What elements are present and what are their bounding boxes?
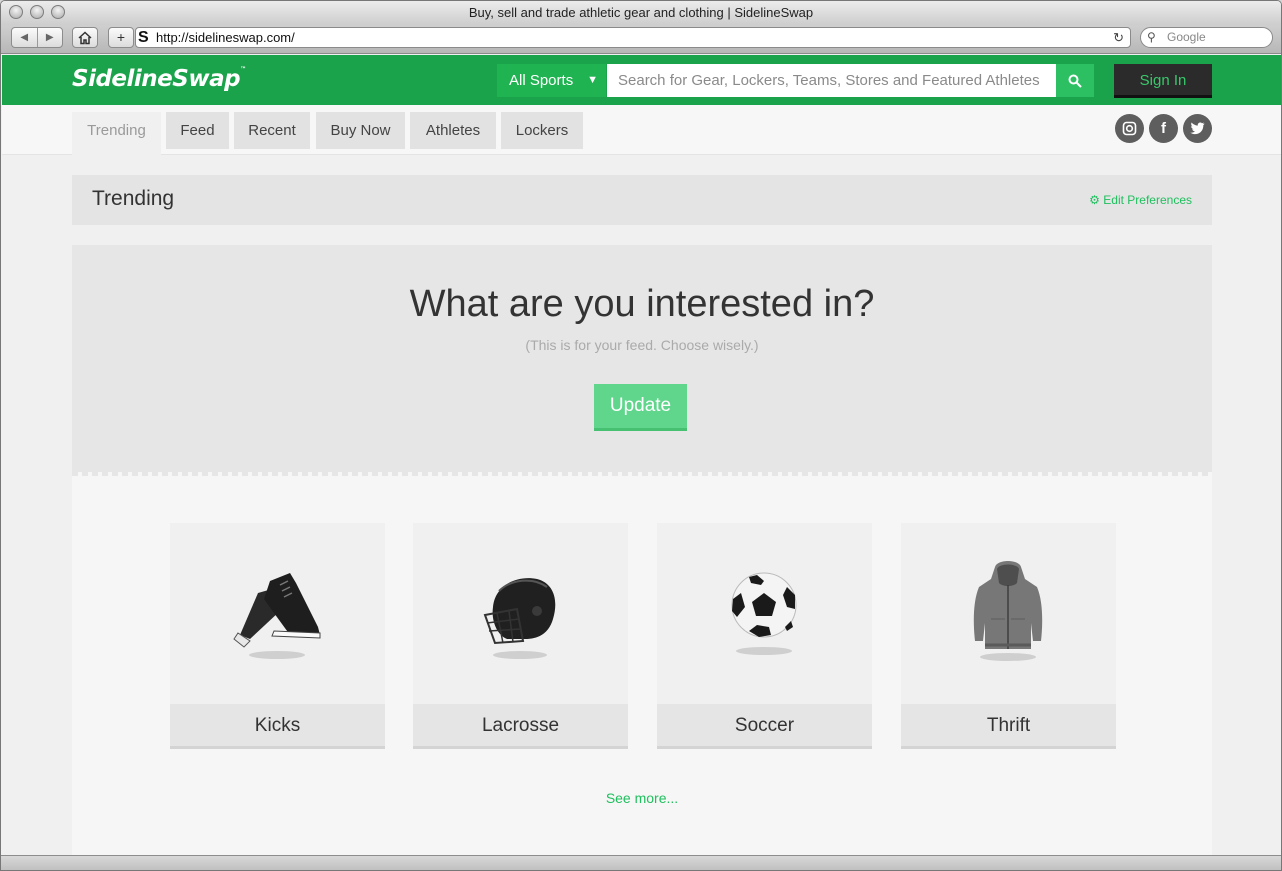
instagram-glyph <box>1122 121 1137 136</box>
interest-card-kicks[interactable]: Kicks <box>170 523 385 749</box>
forward-arrow-icon[interactable]: ▶ <box>36 28 63 47</box>
home-icon <box>78 31 92 45</box>
edit-preferences-label: Edit Preferences <box>1103 193 1192 207</box>
tab-lockers[interactable]: Lockers <box>501 112 583 149</box>
card-label: Lacrosse <box>413 704 628 749</box>
trending-header-bar: Trending ⚙ Edit Preferences <box>72 175 1212 225</box>
chevron-down-icon: ▼ <box>587 74 598 86</box>
tab-buy-now[interactable]: Buy Now <box>316 112 405 149</box>
sport-select-value: All Sports <box>509 72 574 89</box>
interests-panel: What are you interested in? (This is for… <box>72 245 1212 855</box>
interest-card-soccer[interactable]: Soccer <box>657 523 872 749</box>
edit-preferences-link[interactable]: ⚙ Edit Preferences <box>1089 175 1192 225</box>
trending-title: Trending <box>92 187 175 210</box>
sub-navigation: Trending Feed Recent Buy Now Athletes Lo… <box>2 105 1281 162</box>
address-bar[interactable]: S http://sidelineswap.com/ ↻ <box>135 27 1131 48</box>
browser-window: Buy, sell and trade athletic gear and cl… <box>0 0 1282 871</box>
interest-card-lacrosse[interactable]: Lacrosse <box>413 523 628 749</box>
add-bookmark-button[interactable]: + <box>108 27 134 48</box>
search-icon <box>1068 74 1082 88</box>
site-favicon-icon: S <box>138 29 149 46</box>
lacrosse-helmet-icon <box>483 578 556 659</box>
plus-icon: + <box>116 29 126 45</box>
card-label: Soccer <box>657 704 872 749</box>
search-icon: ⚲ <box>1147 30 1156 44</box>
window-title: Buy, sell and trade athletic gear and cl… <box>468 5 814 20</box>
reload-icon[interactable]: ↻ <box>1113 28 1124 47</box>
see-more-link[interactable]: See more... <box>72 790 1212 806</box>
twitter-icon[interactable] <box>1183 114 1212 143</box>
tab-feed[interactable]: Feed <box>166 112 229 149</box>
close-window-button[interactable] <box>9 5 23 19</box>
browser-search-field[interactable]: ⚲ Google <box>1140 27 1273 48</box>
interest-card-thrift[interactable]: Thrift <box>901 523 1116 749</box>
site-search-input[interactable] <box>607 64 1056 97</box>
interests-subtitle: (This is for your feed. Choose wisely.) <box>525 337 759 353</box>
url-text: http://sidelineswap.com/ <box>156 30 295 45</box>
sport-select[interactable]: All Sports ▼ <box>497 64 606 97</box>
browser-toolbar: ◀ ▶ + S http://sidelineswap.com/ ↻ ⚲ Goo… <box>1 25 1281 54</box>
instagram-icon[interactable] <box>1115 114 1144 143</box>
interests-question: What are you interested in? <box>409 283 875 325</box>
tab-trending[interactable]: Trending <box>72 112 161 162</box>
update-button[interactable]: Update <box>594 384 687 431</box>
site-logo[interactable]: SidelineSwap™ <box>72 66 246 92</box>
twitter-glyph <box>1190 122 1205 135</box>
zoom-window-button[interactable] <box>51 5 65 19</box>
soccer-ball-icon <box>731 572 797 655</box>
hoodie-icon <box>973 561 1043 661</box>
title-bar: Buy, sell and trade athletic gear and cl… <box>1 1 1281 25</box>
tab-athletes[interactable]: Athletes <box>410 112 496 149</box>
tab-recent[interactable]: Recent <box>234 112 310 149</box>
status-bar <box>1 855 1281 870</box>
web-page: SidelineSwap™ All Sports ▼ Sign In Trend… <box>2 55 1281 855</box>
card-label: Thrift <box>901 704 1116 749</box>
back-forward-group: ◀ ▶ <box>11 27 63 48</box>
logo-trademark: ™ <box>240 66 246 73</box>
gear-icon: ⚙ <box>1089 193 1100 207</box>
interests-prompt: What are you interested in? (This is for… <box>72 245 1212 476</box>
browser-search-placeholder: Google <box>1167 30 1206 44</box>
sign-in-button[interactable]: Sign In <box>1114 64 1212 98</box>
site-header: SidelineSwap™ All Sports ▼ Sign In <box>2 55 1281 105</box>
search-button[interactable] <box>1056 64 1094 97</box>
home-button[interactable] <box>72 27 98 48</box>
facebook-icon[interactable]: f <box>1149 114 1178 143</box>
sneaker-icon <box>233 573 321 659</box>
card-label: Kicks <box>170 704 385 749</box>
minimize-window-button[interactable] <box>30 5 44 19</box>
back-arrow-icon[interactable]: ◀ <box>12 28 37 47</box>
logo-text: SidelineSwap <box>72 66 241 92</box>
